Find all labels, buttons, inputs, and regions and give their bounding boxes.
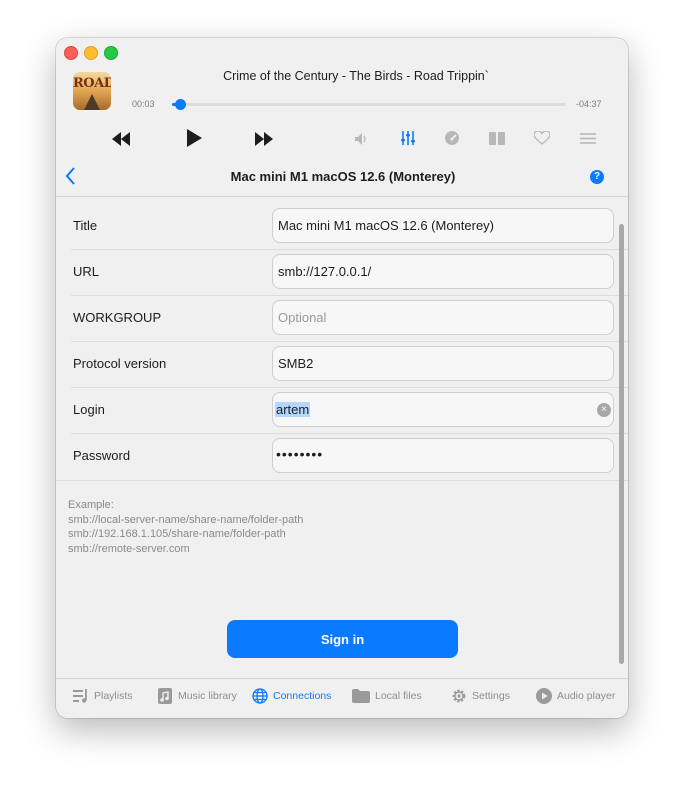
tab-label: Settings (472, 690, 510, 702)
play-icon (187, 129, 202, 147)
book-button[interactable] (489, 131, 505, 145)
tab-connections[interactable]: Connections (252, 688, 331, 704)
music-library-icon (157, 688, 173, 704)
play-circle-icon (536, 688, 552, 704)
password-label: Password (73, 448, 131, 463)
back-button[interactable] (64, 167, 84, 189)
form-bottom-divider (56, 480, 628, 481)
speedometer-icon (445, 131, 459, 145)
favorite-button[interactable] (534, 130, 550, 146)
minimize-window-button[interactable] (84, 46, 98, 60)
globe-icon (252, 688, 268, 704)
tab-settings[interactable]: Settings (451, 688, 510, 704)
tab-label: Music library (178, 690, 237, 702)
equalizer-icon (401, 131, 415, 145)
example-text: Example: smb://local-server-name/share-n… (68, 498, 303, 556)
playlist-icon (73, 688, 89, 704)
track-title: Crime of the Century - The Birds - Road … (223, 69, 489, 83)
form-row-password: Password •••••••• (56, 434, 628, 480)
rewind-icon (112, 132, 130, 146)
password-field[interactable] (272, 438, 614, 473)
workgroup-label: WORKGROUP (73, 310, 162, 325)
close-window-button[interactable] (64, 46, 78, 60)
login-field[interactable] (272, 392, 614, 427)
password-dots: •••••••• (276, 446, 324, 462)
url-field[interactable] (272, 254, 614, 289)
tab-label: Playlists (94, 690, 133, 702)
album-art-road (84, 94, 100, 110)
zoom-window-button[interactable] (104, 46, 118, 60)
tab-playlists[interactable]: Playlists (73, 688, 133, 704)
play-button[interactable] (184, 128, 204, 148)
title-label: Title (73, 218, 98, 233)
speaker-icon (355, 133, 366, 145)
title-field[interactable] (272, 208, 614, 243)
example-line: smb://local-server-name/share-name/folde… (68, 513, 304, 526)
tab-audio-player[interactable]: Audio player (536, 688, 615, 704)
book-icon (489, 131, 505, 145)
form-row-url: URL (56, 250, 628, 296)
speed-button[interactable] (444, 130, 460, 146)
tab-music-library[interactable]: Music library (157, 688, 237, 704)
album-art: ROAD (73, 72, 111, 110)
tab-label: Local files (375, 690, 422, 702)
form-row-protocol: Protocol version (56, 342, 628, 388)
album-art-text: ROAD (73, 76, 111, 91)
workgroup-field[interactable] (272, 300, 614, 335)
page-title: Mac mini M1 macOS 12.6 (Monterey) (230, 169, 456, 184)
tab-label: Audio player (557, 690, 616, 702)
login-value-selected: artem (275, 402, 311, 417)
gear-icon (451, 688, 467, 704)
heart-icon (534, 131, 550, 145)
chevron-left-icon (65, 167, 75, 185)
menu-button[interactable] (580, 132, 596, 144)
scrollbar[interactable] (619, 224, 624, 664)
form-row-title: Title (56, 204, 628, 250)
volume-button[interactable] (354, 131, 370, 147)
fast-forward-icon (255, 132, 273, 146)
form-row-login: Login artem × (56, 388, 628, 434)
protocol-label: Protocol version (73, 356, 167, 371)
progress-knob[interactable] (175, 99, 186, 110)
rewind-button[interactable] (112, 130, 130, 148)
app-window: ROAD Crime of the Century - The Birds - … (56, 38, 628, 718)
tab-local-files[interactable]: Local files (352, 688, 422, 704)
equalizer-button[interactable] (400, 130, 416, 146)
login-label: Login (73, 402, 105, 417)
form-row-workgroup: WORKGROUP (56, 296, 628, 342)
example-line: smb://192.168.1.105/share-name/folder-pa… (68, 528, 286, 540)
elapsed-time: 00:03 (132, 99, 155, 109)
tabbar-divider (56, 678, 628, 679)
url-label: URL (73, 264, 100, 279)
progress-slider[interactable] (172, 99, 566, 110)
header-divider (56, 196, 628, 197)
fast-forward-button[interactable] (254, 130, 274, 148)
sign-in-button[interactable]: Sign in (227, 620, 458, 658)
hamburger-icon (580, 132, 596, 144)
tab-label: Connections (273, 690, 332, 702)
clear-icon[interactable]: × (597, 403, 611, 417)
protocol-version-field[interactable] (272, 346, 614, 381)
example-heading: Example: (68, 499, 114, 511)
help-icon[interactable]: ? (590, 170, 604, 184)
folder-icon (352, 688, 370, 704)
example-line: smb://remote-server.com (68, 542, 190, 555)
remaining-time: -04:37 (576, 99, 602, 109)
